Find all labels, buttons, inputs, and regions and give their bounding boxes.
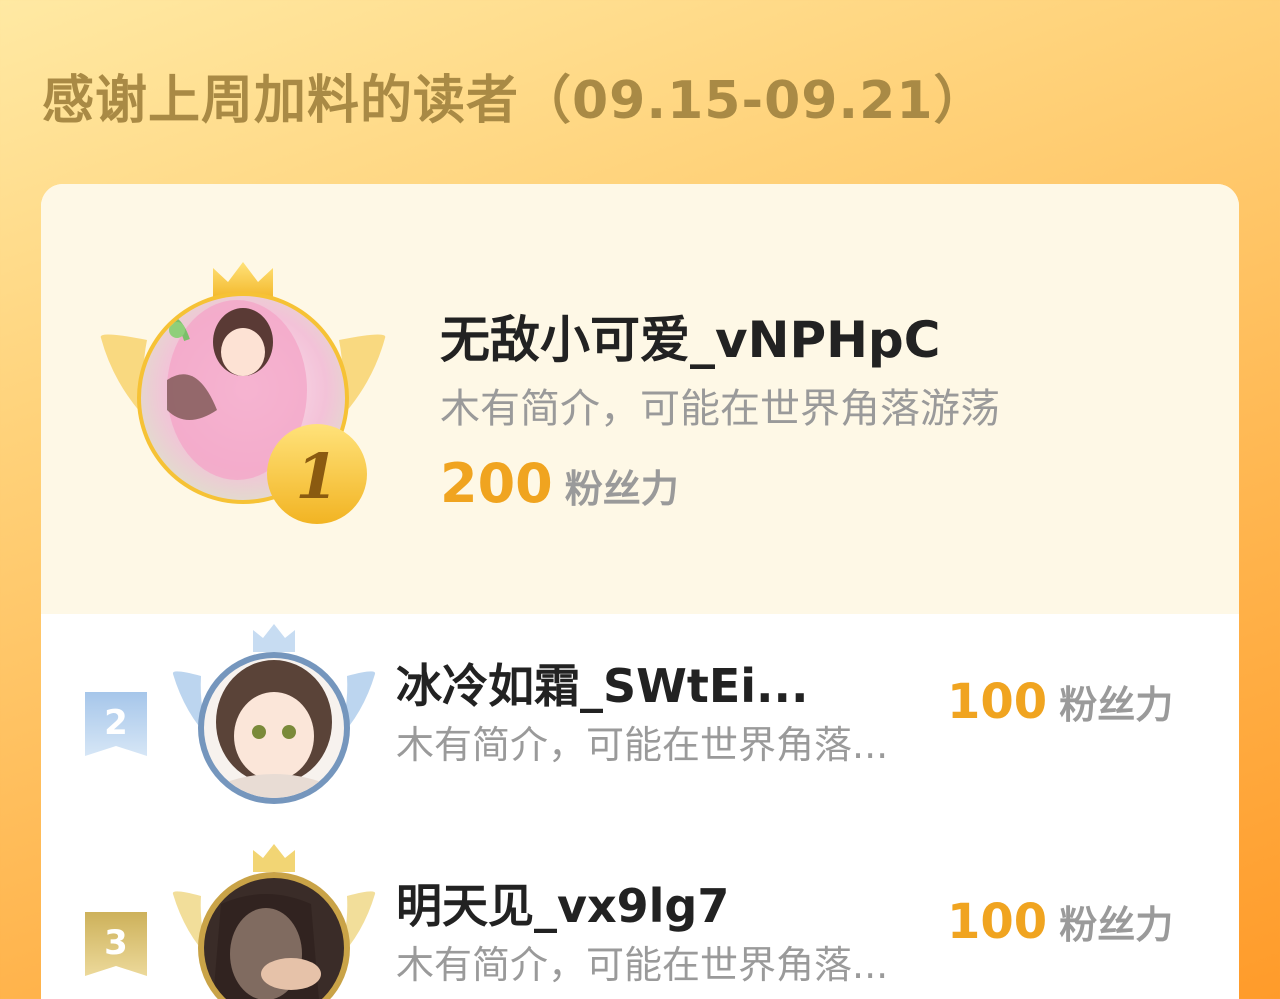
list-item[interactable]: 2 冰冷如霜_SWtEi... 木有简介，可能在世界角落... 100 粉丝力 [41, 614, 1239, 824]
top-reader-section[interactable]: 1 无敌小可爱_vNPHpC 木有简介，可能在世界角落游荡 200 粉丝力 [41, 184, 1239, 614]
rank-number: 3 [104, 923, 128, 963]
rank-3-avatar-frame[interactable] [171, 844, 377, 999]
crown-icon [253, 624, 295, 652]
rank-1-avatar-frame[interactable]: 1 [97, 260, 389, 532]
reader-ranking-card: 1 无敌小可爱_vNPHpC 木有简介，可能在世界角落游荡 200粉丝力 2 [41, 184, 1239, 999]
rank-badge-icon: 3 [85, 912, 147, 976]
reader-name[interactable]: 无敌小可爱_vNPHpC [440, 300, 940, 372]
reader-bio: 木有简介，可能在世界角落... [396, 943, 889, 987]
page-title: 感谢上周加料的读者（09.15-09.21） [42, 71, 987, 131]
score-value: 100 [947, 674, 1048, 730]
score-unit: 粉丝力 [1059, 903, 1174, 947]
reader-score: 100 粉丝力 [947, 894, 1173, 950]
reader-score: 200 粉丝力 [440, 452, 679, 515]
list-item[interactable]: 3 明天见_vx9lg7 木有简介，可能在世界角落... 100 粉丝力 [41, 834, 1239, 999]
rank-2-avatar-frame[interactable] [171, 624, 377, 814]
reader-bio: 木有简介，可能在世界角落... [396, 723, 889, 767]
rank-badge-icon: 2 [85, 692, 147, 756]
rank-number: 2 [104, 703, 128, 743]
reader-name[interactable]: 明天见_vx9lg7 [396, 870, 729, 936]
reader-bio: 木有简介，可能在世界角落游荡 [440, 386, 1000, 432]
reader-score: 100 粉丝力 [947, 674, 1173, 730]
reader-name[interactable]: 冰冷如霜_SWtEi... [396, 650, 808, 716]
rank-1-medal-icon: 1 [267, 424, 367, 524]
score-unit: 粉丝力 [564, 467, 679, 511]
score-value: 100 [947, 894, 1048, 950]
score-value: 200 [440, 452, 553, 515]
score-unit: 粉丝力 [1059, 683, 1174, 727]
svg-text:1: 1 [295, 440, 338, 513]
crown-icon [253, 844, 295, 872]
